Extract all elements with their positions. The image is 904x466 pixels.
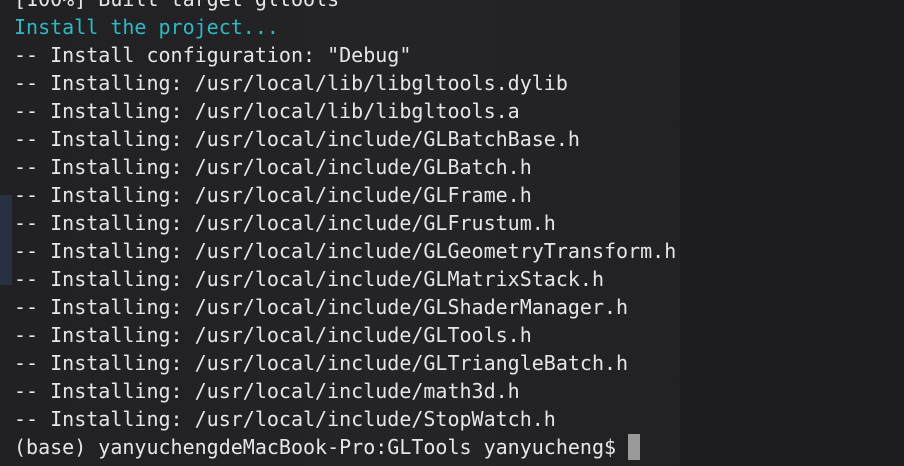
output-line: -- Installing: /usr/local/lib/libgltools… — [14, 99, 520, 123]
output-line: -- Installing: /usr/local/include/GLBatc… — [14, 155, 532, 179]
output-line: -- Install configuration: "Debug" — [14, 43, 412, 67]
output-line: -- Installing: /usr/local/include/GLGeom… — [14, 239, 677, 263]
terminal-window[interactable]: [100%] Built target gltools Install the … — [0, 0, 904, 466]
output-line: -- Installing: /usr/local/include/GLShad… — [14, 295, 629, 319]
output-line-status: Install the project... — [14, 15, 279, 39]
output-line: [100%] Built target gltools — [14, 0, 676, 13]
output-line: -- Installing: /usr/local/include/GLFram… — [14, 183, 532, 207]
output-line: -- Installing: /usr/local/lib/libgltools… — [14, 71, 568, 95]
terminal-output: [100%] Built target gltools Install the … — [14, 0, 676, 461]
output-line: -- Installing: /usr/local/include/GLFrus… — [14, 211, 556, 235]
output-line: -- Installing: /usr/local/include/GLTria… — [14, 351, 629, 375]
command-prompt-line[interactable]: (base) yanyuchengdeMacBook-Pro:GLTools y… — [14, 433, 676, 461]
output-line: -- Installing: /usr/local/include/StopWa… — [14, 407, 556, 431]
output-line: -- Installing: /usr/local/include/math3d… — [14, 379, 520, 403]
output-line: -- Installing: /usr/local/include/GLMatr… — [14, 267, 605, 291]
text-cursor[interactable] — [628, 434, 641, 460]
shell-prompt: (base) yanyuchengdeMacBook-Pro:GLTools y… — [14, 435, 617, 459]
output-line: -- Installing: /usr/local/include/GLBatc… — [14, 127, 580, 151]
background-window-accent — [0, 195, 12, 285]
output-line: -- Installing: /usr/local/include/GLTool… — [14, 323, 532, 347]
